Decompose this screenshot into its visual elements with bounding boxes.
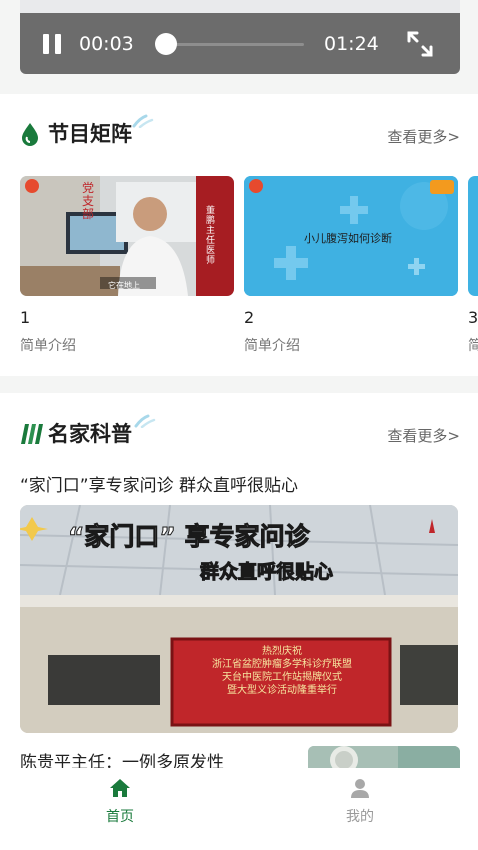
- banner-line: 暨大型义诊活动隆重举行: [227, 685, 337, 696]
- total-time: 01:24: [324, 33, 379, 55]
- expert-section-header: 名家科普: [20, 414, 220, 450]
- program-more-link[interactable]: 查看更多>: [387, 126, 460, 147]
- program-item-number: 1: [20, 308, 31, 327]
- article-title[interactable]: “家门口”享专家问诊 群众直呼很贴心: [20, 471, 298, 496]
- program-section-title: 节目矩阵: [48, 122, 132, 146]
- user-icon: [351, 779, 369, 798]
- program-item-desc: 简单介绍: [20, 338, 76, 354]
- progress-track[interactable]: [160, 43, 304, 46]
- program-item-number: 3: [468, 308, 478, 327]
- led-banner: 热烈庆祝 浙江省盆腔肿瘤多学科诊疗联盟 天台中医院工作站揭牌仪式 暨大型义诊活动…: [180, 645, 384, 697]
- program-thumbnail-2[interactable]: 小儿腹泻如何诊断: [244, 176, 458, 296]
- bottom-navigation: 首页 我的: [0, 768, 478, 850]
- program-item-number: 2: [244, 308, 255, 327]
- fullscreen-icon[interactable]: [406, 30, 434, 58]
- video-player[interactable]: 00:03 01:24: [20, 0, 460, 74]
- banner-line: 天台中医院工作站揭牌仪式: [222, 672, 342, 683]
- program-section: 节目矩阵 查看更多> 党 支 部 董鹏 主任医师 它在地上 1 简单介绍 小儿腹…: [0, 94, 478, 376]
- banner-line: 浙江省盆腔肿瘤多学科诊疗联盟: [212, 659, 352, 670]
- video-player-area: 00:03 01:24: [0, 0, 478, 82]
- nav-home-label: 首页: [106, 809, 134, 825]
- program-item-desc: 简单介绍: [244, 338, 300, 354]
- sparkle-icon: [134, 414, 156, 428]
- thumbnail-ribbon-text: 党 支 部: [82, 181, 95, 221]
- nav-home[interactable]: 首页: [60, 768, 180, 838]
- expert-section-title: 名家科普: [48, 422, 132, 446]
- article-image[interactable]: “家门口” 享专家问诊 群众直呼很贴心 热烈庆祝 浙江省盆腔肿瘤多学科诊疗联盟 …: [20, 505, 458, 733]
- water-drop-icon: [22, 123, 38, 146]
- thumbnail-overlay-text: 小儿腹泻如何诊断: [304, 232, 392, 245]
- image-headline-2: 群众直呼很贴心: [199, 561, 334, 584]
- home-icon: [110, 779, 130, 797]
- program-section-header: 节目矩阵: [20, 114, 220, 150]
- banner-line: 热烈庆祝: [262, 646, 302, 657]
- current-time: 00:03: [79, 33, 134, 55]
- expert-section: 名家科普 查看更多> “家门口”享专家问诊 群众直呼很贴心 “家门口” 享专家问…: [0, 393, 478, 786]
- program-thumbnail-1[interactable]: 党 支 部 董鹏 主任医师 它在地上: [20, 176, 234, 296]
- video-frame: [20, 0, 460, 13]
- expert-more-link[interactable]: 查看更多>: [387, 425, 460, 446]
- video-caption: 它在地上: [108, 281, 140, 290]
- doctor-video-image: [20, 176, 234, 296]
- progress-handle[interactable]: [154, 33, 177, 55]
- books-icon: [21, 424, 43, 444]
- nav-mine[interactable]: 我的: [300, 768, 420, 838]
- pause-button[interactable]: [42, 34, 62, 54]
- sparkle-icon: [132, 114, 154, 128]
- nav-mine-label: 我的: [346, 809, 374, 825]
- program-item-desc: 简单介绍: [468, 338, 478, 354]
- program-thumbnail-3[interactable]: [468, 176, 478, 296]
- doctor-name-card: 董鹏 主任医师: [206, 206, 216, 266]
- image-headline-1: “家门口” 享专家问诊: [68, 522, 311, 552]
